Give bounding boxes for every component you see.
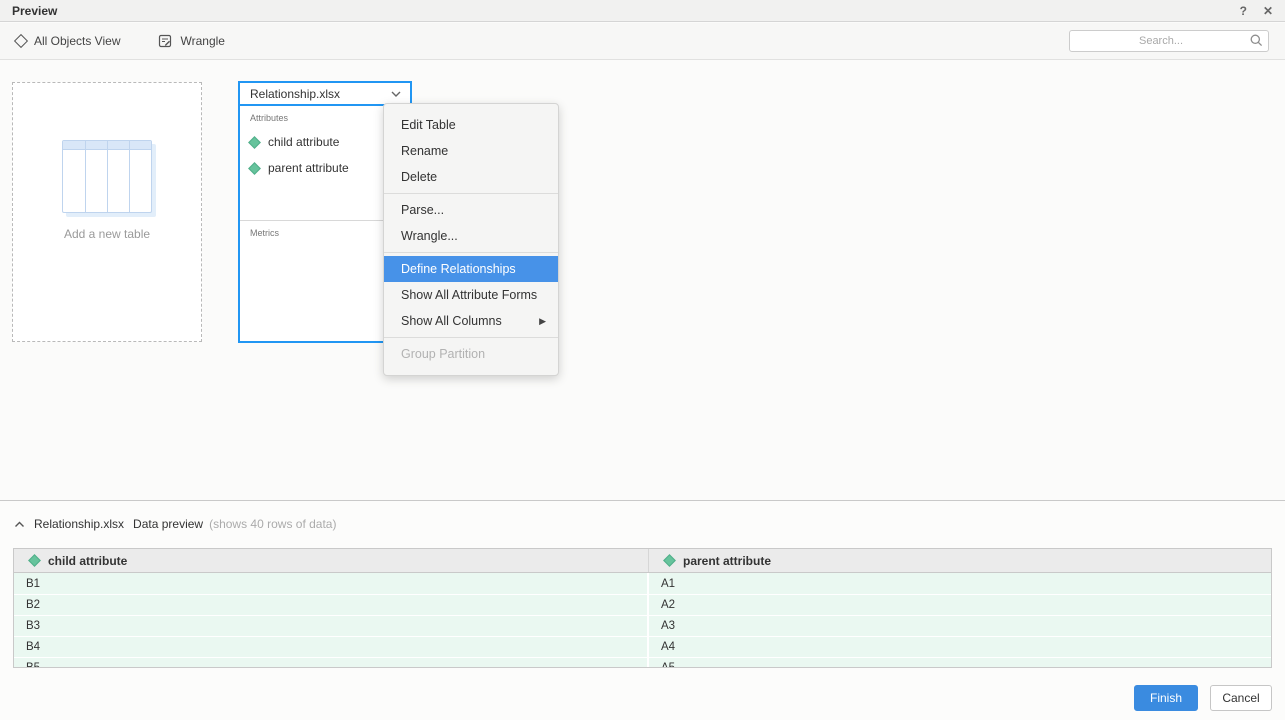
table-cell: A2	[649, 594, 1271, 615]
table-context-menu: Edit Table Rename Delete Parse... Wrangl…	[383, 103, 559, 376]
wrangle-icon	[158, 34, 172, 48]
data-preview-header: Relationship.xlsx Data preview (shows 40…	[14, 517, 336, 531]
table-cell: B5	[14, 657, 649, 668]
table-cell: A1	[649, 573, 1271, 594]
add-new-table-button[interactable]: Add a new table	[12, 82, 202, 342]
data-preview-table: child attribute parent attribute B1 A1 B…	[13, 548, 1272, 668]
column-header-child-attribute[interactable]: child attribute	[14, 549, 649, 572]
title-bar: Preview ? ✕	[0, 0, 1285, 22]
add-table-label: Add a new table	[13, 227, 201, 241]
table-cell: B2	[14, 594, 649, 615]
search-input[interactable]	[1069, 30, 1269, 52]
column-header-parent-attribute[interactable]: parent attribute	[649, 549, 1271, 572]
search-icon[interactable]	[1249, 33, 1264, 53]
table-card-title: Relationship.xlsx	[250, 87, 340, 101]
table-cell: A4	[649, 636, 1271, 657]
table-cell: B3	[14, 615, 649, 636]
close-icon[interactable]: ✕	[1263, 5, 1273, 17]
metrics-label: Metrics	[250, 228, 400, 238]
collapse-chevron-icon[interactable]	[14, 521, 25, 528]
all-objects-view-label: All Objects View	[34, 34, 120, 48]
wrangle-label: Wrangle	[180, 34, 224, 48]
menu-item-define-relationships[interactable]: Define Relationships	[384, 256, 558, 282]
cancel-button[interactable]: Cancel	[1210, 685, 1272, 711]
table-header-row: child attribute parent attribute	[14, 549, 1271, 573]
attribute-diamond-icon	[248, 136, 261, 149]
wrangle-button[interactable]: Wrangle	[158, 34, 224, 48]
attribute-diamond-icon	[248, 162, 261, 175]
menu-item-delete[interactable]: Delete	[384, 164, 558, 190]
all-objects-view-button[interactable]: All Objects View	[16, 34, 120, 48]
menu-item-parse[interactable]: Parse...	[384, 197, 558, 223]
data-preview-panel: Relationship.xlsx Data preview (shows 40…	[0, 501, 1285, 720]
table-cell: B1	[14, 573, 649, 594]
table-row: B3 A3	[14, 615, 1271, 636]
preview-subtitle: Data preview	[133, 517, 203, 531]
diamond-outline-icon	[14, 34, 28, 48]
attribute-item-parent[interactable]: parent attribute	[250, 161, 400, 175]
table-row: B1 A1	[14, 573, 1271, 594]
table-cell: A3	[649, 615, 1271, 636]
attribute-item-label: parent attribute	[268, 161, 349, 175]
menu-item-edit-table[interactable]: Edit Table	[384, 112, 558, 138]
menu-item-wrangle[interactable]: Wrangle...	[384, 223, 558, 249]
toolbar: All Objects View Wrangle	[0, 23, 1285, 60]
menu-item-show-all-attribute-forms[interactable]: Show All Attribute Forms	[384, 282, 558, 308]
help-icon[interactable]: ?	[1240, 5, 1247, 17]
search-box	[1069, 30, 1269, 52]
table-graphic-icon	[62, 140, 152, 213]
submenu-arrow-icon: ▶	[539, 316, 546, 327]
finish-button[interactable]: Finish	[1134, 685, 1198, 711]
window-title: Preview	[12, 4, 57, 18]
menu-item-group-partition: Group Partition	[384, 341, 558, 367]
attribute-item-child[interactable]: child attribute	[250, 135, 400, 149]
attribute-diamond-icon	[28, 554, 41, 567]
table-row: B2 A2	[14, 594, 1271, 615]
preview-note: (shows 40 rows of data)	[209, 517, 336, 531]
preview-table-name: Relationship.xlsx	[34, 517, 124, 531]
table-row: B4 A4	[14, 636, 1271, 657]
menu-item-rename[interactable]: Rename	[384, 138, 558, 164]
attribute-item-label: child attribute	[268, 135, 339, 149]
attribute-diamond-icon	[663, 554, 676, 567]
table-cell: B4	[14, 636, 649, 657]
table-cell: A5	[649, 657, 1271, 668]
chevron-down-icon[interactable]	[390, 90, 402, 98]
menu-item-show-all-columns[interactable]: Show All Columns ▶	[384, 308, 558, 334]
attributes-label: Attributes	[250, 113, 400, 123]
table-row: B5 A5	[14, 657, 1271, 668]
